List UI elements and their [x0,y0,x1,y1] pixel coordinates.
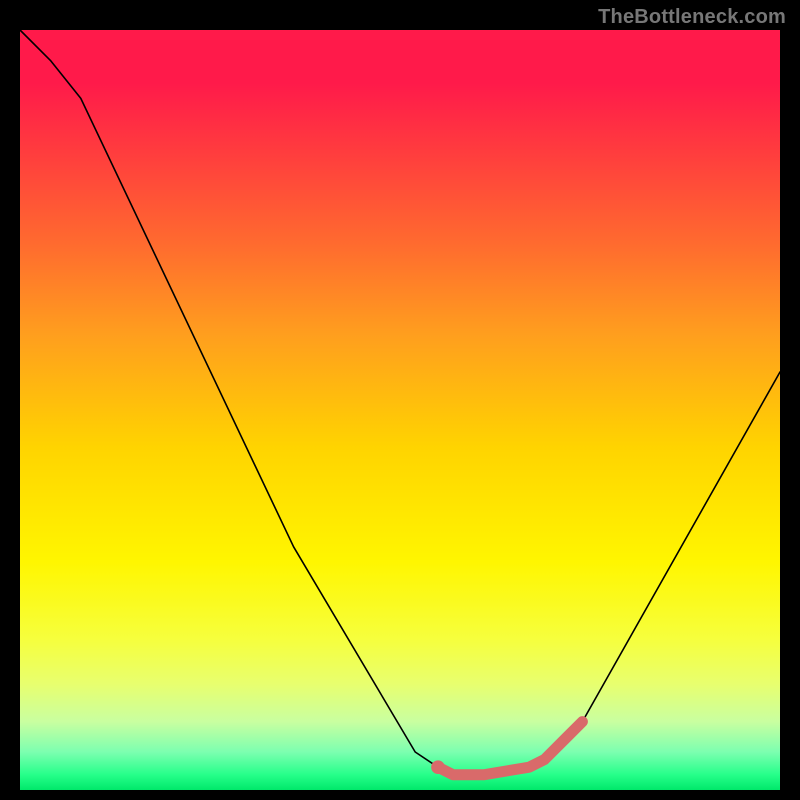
chart-stage: TheBottleneck.com [0,0,800,800]
bottleneck-curve [20,30,780,775]
highlight-dot [431,760,445,774]
curve-layer [20,30,780,790]
watermark-text: TheBottleneck.com [598,6,786,29]
optimal-range-highlight [438,722,582,775]
plot-area [20,30,780,790]
